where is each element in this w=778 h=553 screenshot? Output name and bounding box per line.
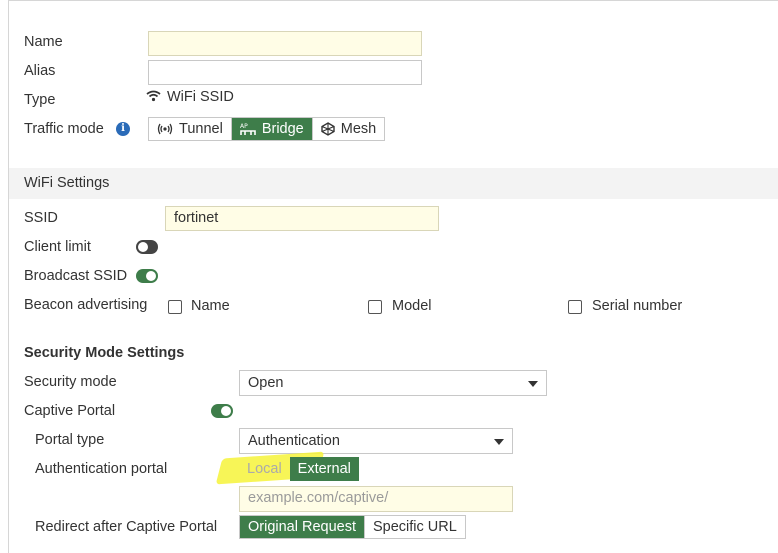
beacon-model-label: Model: [392, 298, 432, 314]
wifi-icon: [146, 90, 161, 106]
ssid-label: SSID: [24, 210, 58, 226]
traffic-mode-bridge-label: Bridge: [261, 121, 304, 137]
type-label: Type: [24, 92, 56, 108]
beacon-serial-label: Serial number: [592, 298, 683, 314]
ssid-input[interactable]: fortinet: [165, 206, 439, 231]
info-icon[interactable]: i: [116, 122, 130, 136]
alias-label: Alias: [24, 63, 56, 79]
tunnel-icon: [157, 123, 173, 135]
redirect-selector: Original Request Specific URL: [239, 515, 466, 539]
traffic-mode-tunnel[interactable]: Tunnel: [149, 118, 231, 140]
redirect-specific-url[interactable]: Specific URL: [364, 516, 465, 538]
traffic-mode-selector: Tunnel AP Bridge Mesh: [148, 117, 386, 141]
svg-text:AP: AP: [240, 123, 248, 130]
auth-portal-external[interactable]: External: [289, 457, 359, 481]
mesh-icon: [321, 122, 335, 136]
auth-portal-url-input[interactable]: example.com/captive/: [239, 486, 513, 512]
redirect-original-request-label: Original Request: [248, 519, 356, 535]
beacon-name-checkbox[interactable]: [168, 300, 182, 314]
portal-type-label: Portal type: [35, 432, 105, 448]
client-limit-toggle[interactable]: [136, 240, 158, 254]
traffic-mode-bridge[interactable]: AP Bridge: [230, 118, 312, 140]
chevron-down-icon: [494, 439, 504, 445]
broadcast-ssid-toggle[interactable]: [136, 269, 158, 283]
traffic-mode-tunnel-label: Tunnel: [179, 121, 223, 137]
portal-type-select[interactable]: Authentication: [239, 428, 513, 454]
beacon-advertising-label: Beacon advertising: [24, 297, 148, 313]
auth-portal-local[interactable]: Local: [239, 457, 290, 481]
type-value: WiFi SSID: [167, 89, 234, 105]
security-mode-label: Security mode: [24, 374, 117, 390]
traffic-mode-label: Traffic mode: [24, 121, 104, 137]
broadcast-ssid-label: Broadcast SSID: [24, 268, 128, 284]
auth-portal-selector: Local External: [239, 457, 359, 481]
security-mode-select[interactable]: Open: [239, 370, 547, 396]
auth-portal-label: Authentication portal: [35, 461, 168, 477]
beacon-serial-checkbox[interactable]: [568, 300, 582, 314]
alias-input[interactable]: [148, 60, 422, 85]
client-limit-label: Client limit: [24, 239, 91, 255]
chevron-down-icon: [528, 381, 538, 387]
auth-portal-local-label: Local: [247, 461, 282, 477]
ap-bridge-icon: AP: [240, 123, 256, 135]
auth-portal-external-label: External: [297, 461, 351, 477]
security-settings-title: Security Mode Settings: [24, 345, 185, 361]
name-input[interactable]: [148, 31, 422, 56]
wifi-settings-header: [9, 168, 778, 199]
name-label: Name: [24, 34, 63, 50]
portal-type-value: Authentication: [248, 433, 340, 449]
redirect-label: Redirect after Captive Portal: [35, 519, 218, 535]
beacon-name-label: Name: [191, 298, 230, 314]
redirect-specific-url-label: Specific URL: [373, 519, 457, 535]
captive-portal-label: Captive Portal: [24, 403, 116, 419]
wifi-settings-title: WiFi Settings: [24, 175, 110, 191]
traffic-mode-mesh-label: Mesh: [340, 121, 377, 137]
redirect-original-request[interactable]: Original Request: [240, 516, 364, 538]
captive-portal-toggle[interactable]: [211, 404, 233, 418]
security-mode-value: Open: [248, 375, 284, 391]
beacon-model-checkbox[interactable]: [368, 300, 382, 314]
traffic-mode-mesh[interactable]: Mesh: [311, 118, 384, 140]
